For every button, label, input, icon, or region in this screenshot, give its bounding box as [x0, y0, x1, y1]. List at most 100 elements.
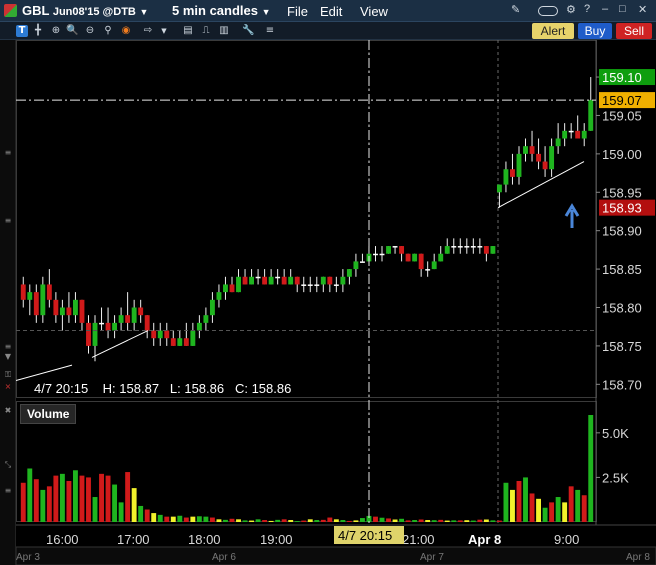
volume-bar — [327, 517, 333, 522]
volume-bar — [483, 519, 489, 522]
help-icon[interactable]: ? — [584, 3, 590, 19]
candle-body — [294, 276, 300, 285]
candle-body — [542, 161, 548, 170]
drag-handle-icon[interactable]: ≡ — [4, 148, 12, 157]
time-axis-label: 19:00 — [260, 532, 293, 547]
volume-bar — [275, 519, 281, 522]
chevron-down-icon: ▼ — [139, 7, 149, 17]
zoom-out-icon[interactable]: ⊖ — [84, 25, 96, 37]
volume-bar — [170, 516, 176, 522]
volume-bar — [66, 480, 72, 522]
minimize-icon[interactable]: – — [602, 3, 608, 19]
search-icon[interactable]: ⚲ — [102, 25, 114, 37]
volume-bar — [529, 493, 535, 522]
bars-icon[interactable]: ▥ — [218, 25, 230, 37]
settings-slider-icon[interactable]: ≡ — [264, 25, 276, 37]
volume-bar — [490, 520, 496, 522]
lock-icon[interactable]: ⚿ — [4, 370, 12, 380]
drag-handle-icon[interactable]: ≡ — [4, 216, 12, 225]
drag-handle-icon[interactable]: ≡ — [4, 342, 12, 351]
candle-body — [268, 276, 274, 285]
candle-body — [281, 276, 287, 285]
candle-body — [503, 169, 509, 185]
candle-body — [125, 315, 131, 323]
candle-body — [451, 246, 457, 248]
gear-icon[interactable]: ⚙ — [566, 3, 576, 19]
candle-body — [72, 299, 78, 316]
candle-body — [568, 130, 574, 133]
candle-body — [66, 307, 72, 316]
volume-bar — [92, 497, 98, 522]
volume-bar — [516, 480, 522, 522]
volume-bar — [281, 519, 287, 522]
candle-body — [555, 138, 561, 147]
menu-edit[interactable]: Edit — [320, 4, 342, 19]
candle-body — [327, 276, 333, 285]
candle-body — [444, 246, 450, 254]
candle-body — [301, 284, 307, 286]
candle-body — [353, 261, 359, 270]
close-icon[interactable]: ✕ — [638, 3, 647, 19]
text-tool-icon[interactable]: T — [16, 25, 28, 37]
volume-bar — [451, 520, 457, 522]
volume-bar — [190, 516, 196, 522]
volume-bar — [359, 518, 365, 522]
candle-body — [431, 261, 437, 270]
scroll-down-icon[interactable]: ▼ — [4, 352, 12, 361]
crosshair-icon[interactable]: ╋ — [32, 25, 44, 37]
volume-bar — [314, 520, 320, 522]
candle-body — [496, 184, 502, 193]
chevron-down-icon[interactable]: ▼ — [158, 25, 170, 37]
drag-handle-icon[interactable]: ≡ — [4, 486, 12, 495]
candle-body — [386, 246, 391, 254]
app-logo-icon — [4, 4, 17, 17]
date-strip-label: Apr 6 — [212, 552, 236, 563]
volume-bar — [196, 516, 202, 522]
volume-bar — [470, 520, 476, 522]
price-chart[interactable]: 159.10 159.05 159.00 158.95 158.90 158.85 158.… — [16, 40, 656, 565]
maximize-icon[interactable]: □ — [619, 3, 626, 19]
interval-selector[interactable]: 5 min candles ▼ — [172, 3, 271, 18]
candle-body — [464, 246, 470, 248]
left-scroll-strip[interactable]: ≡ ≡ ≡ ▼ ⚿ × ✖ ⤡ ≡ — [0, 40, 16, 565]
expand-panel-icon[interactable]: ⤡ — [4, 460, 12, 470]
menu-view[interactable]: View — [360, 4, 388, 19]
symbol-selector[interactable]: GBL Jun08'15 @DTB ▼ — [22, 3, 148, 18]
candle-body — [262, 276, 268, 285]
menu-file[interactable]: File — [287, 4, 308, 19]
zoom-in-icon[interactable]: ⊕ — [50, 25, 62, 37]
buy-button[interactable]: Buy — [578, 23, 612, 39]
volume-bar — [575, 489, 581, 522]
grid-icon[interactable]: ▤ — [182, 25, 194, 37]
volume-bar — [425, 520, 431, 522]
close-panel-icon[interactable]: ✖ — [4, 406, 12, 415]
crosshair-time-label: 4/7 20:15 — [338, 528, 392, 543]
y-tick-label: 158.90 — [602, 224, 642, 239]
candle-body — [405, 253, 411, 262]
candle-body — [236, 276, 241, 293]
volume-bar — [209, 517, 215, 522]
arrow-right-icon[interactable]: ⇨ — [142, 25, 154, 37]
zoom-in-icon[interactable]: 🔍 — [66, 25, 78, 37]
volume-bar — [333, 519, 339, 522]
volume-bar — [536, 498, 542, 522]
link-icon[interactable] — [538, 6, 558, 16]
wrench-icon[interactable]: 🔧 — [242, 25, 254, 37]
line-chart-icon[interactable]: ⎍ — [200, 25, 212, 37]
alert-button[interactable]: Alert — [532, 23, 574, 39]
y-tick-label: 159.00 — [602, 147, 642, 162]
volume-bar — [99, 473, 104, 522]
volume-bar — [46, 486, 52, 522]
candle-body — [209, 299, 215, 316]
sell-button[interactable]: Sell — [616, 23, 652, 39]
candle-body — [523, 146, 528, 154]
candle-body — [255, 276, 261, 279]
wrench-icon[interactable]: ✎ — [511, 3, 520, 19]
time-axis-label: 18:00 — [188, 532, 221, 547]
close-panel-icon[interactable]: × — [4, 382, 12, 391]
volume-bar — [216, 519, 222, 522]
volume-bar — [353, 520, 359, 522]
target-icon[interactable]: ◉ — [120, 25, 132, 37]
candle-body — [340, 276, 346, 285]
volume-bar — [27, 468, 33, 522]
